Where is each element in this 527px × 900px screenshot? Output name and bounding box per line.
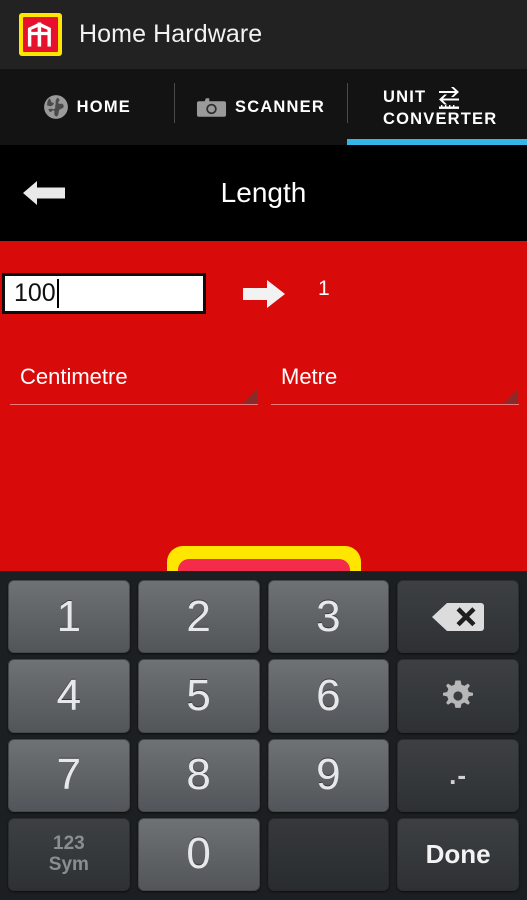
key-settings[interactable] <box>397 659 519 733</box>
camera-icon <box>196 98 227 117</box>
main-tab-bar: HOME SCANNER UNIT CONVERTER <box>0 69 527 145</box>
key-3[interactable]: 3 <box>267 580 390 654</box>
back-arrow-icon <box>23 181 65 205</box>
numeric-keyboard: 1 2 3 4 5 6 7 8 9 .- 123 Sym 0 Done <box>0 571 527 900</box>
key-6-label: 6 <box>316 670 341 720</box>
right-arrow-icon <box>243 280 285 308</box>
tab-home-label: HOME <box>76 97 131 116</box>
from-unit-caret-icon <box>243 389 257 403</box>
key-9[interactable]: 9 <box>267 738 390 812</box>
title-bar: Home Hardware <box>0 0 527 69</box>
tab-unit-converter[interactable]: UNIT CONVERTER <box>347 69 527 145</box>
key-backspace[interactable] <box>397 580 519 654</box>
page-title: Length <box>220 177 307 208</box>
globe-icon <box>43 95 68 119</box>
tab-unit-converter-label-line2: CONVERTER <box>382 109 498 128</box>
from-unit-spinner[interactable]: Centimetre <box>10 359 258 405</box>
key-symbols-label-line1: 123 <box>53 833 85 855</box>
text-caret <box>56 279 59 308</box>
key-done-label: Done <box>425 838 491 869</box>
key-5[interactable]: 5 <box>137 659 260 733</box>
tab-home[interactable]: HOME <box>0 69 174 145</box>
key-5-label: 5 <box>186 670 211 720</box>
key-1-label: 1 <box>56 591 82 641</box>
home-hardware-logo <box>19 13 62 56</box>
back-button[interactable] <box>20 176 68 210</box>
key-8-label: 8 <box>186 750 211 800</box>
to-unit-spinner[interactable]: Metre <box>271 359 519 405</box>
key-symbols[interactable]: 123 Sym <box>8 817 130 891</box>
tab-scanner-label: SCANNER <box>235 97 325 116</box>
page-subheader: Length <box>0 145 527 241</box>
key-4-label: 4 <box>56 670 82 720</box>
key-3-label: 3 <box>316 591 341 641</box>
key-symbols-label: 123 Sym <box>49 833 89 876</box>
key-9-label: 9 <box>316 750 341 800</box>
key-dot-dash-label: .- <box>449 759 468 790</box>
key-done[interactable]: Done <box>397 817 519 891</box>
key-1[interactable]: 1 <box>8 580 130 654</box>
key-8[interactable]: 8 <box>137 738 260 812</box>
gear-icon <box>443 680 474 708</box>
backspace-icon <box>432 602 485 631</box>
key-4[interactable]: 4 <box>8 659 130 733</box>
to-unit-label: Metre <box>281 364 338 389</box>
key-blank[interactable] <box>267 817 390 891</box>
key-0-label: 0 <box>186 829 211 879</box>
key-6[interactable]: 6 <box>267 659 390 733</box>
swap-arrows-icon <box>439 86 460 109</box>
key-2[interactable]: 2 <box>137 580 260 654</box>
key-symbols-label-line2: Sym <box>48 854 89 876</box>
value-input-text: 100 <box>14 279 56 307</box>
from-unit-label: Centimetre <box>20 364 128 389</box>
to-unit-caret-icon <box>504 389 518 403</box>
app-title: Home Hardware <box>79 20 263 48</box>
result-value: 1 <box>318 277 330 300</box>
key-0[interactable]: 0 <box>137 817 260 891</box>
key-7[interactable]: 7 <box>8 738 130 812</box>
key-2-label: 2 <box>186 591 211 641</box>
key-dot-dash[interactable]: .- <box>397 738 519 812</box>
key-7-label: 7 <box>56 750 82 800</box>
value-input[interactable]: 100 <box>2 273 206 314</box>
tab-unit-converter-label-line1: UNIT <box>382 88 427 107</box>
home-hardware-logo-glyph <box>27 22 51 47</box>
app-screen: Home Hardware HOME SCANNER UNIT CONVERTE… <box>0 0 527 900</box>
converter-panel: 100 1 Centimetre Metre <box>0 241 527 572</box>
tab-scanner[interactable]: SCANNER <box>173 69 348 145</box>
conversion-row: 100 1 <box>0 273 527 323</box>
